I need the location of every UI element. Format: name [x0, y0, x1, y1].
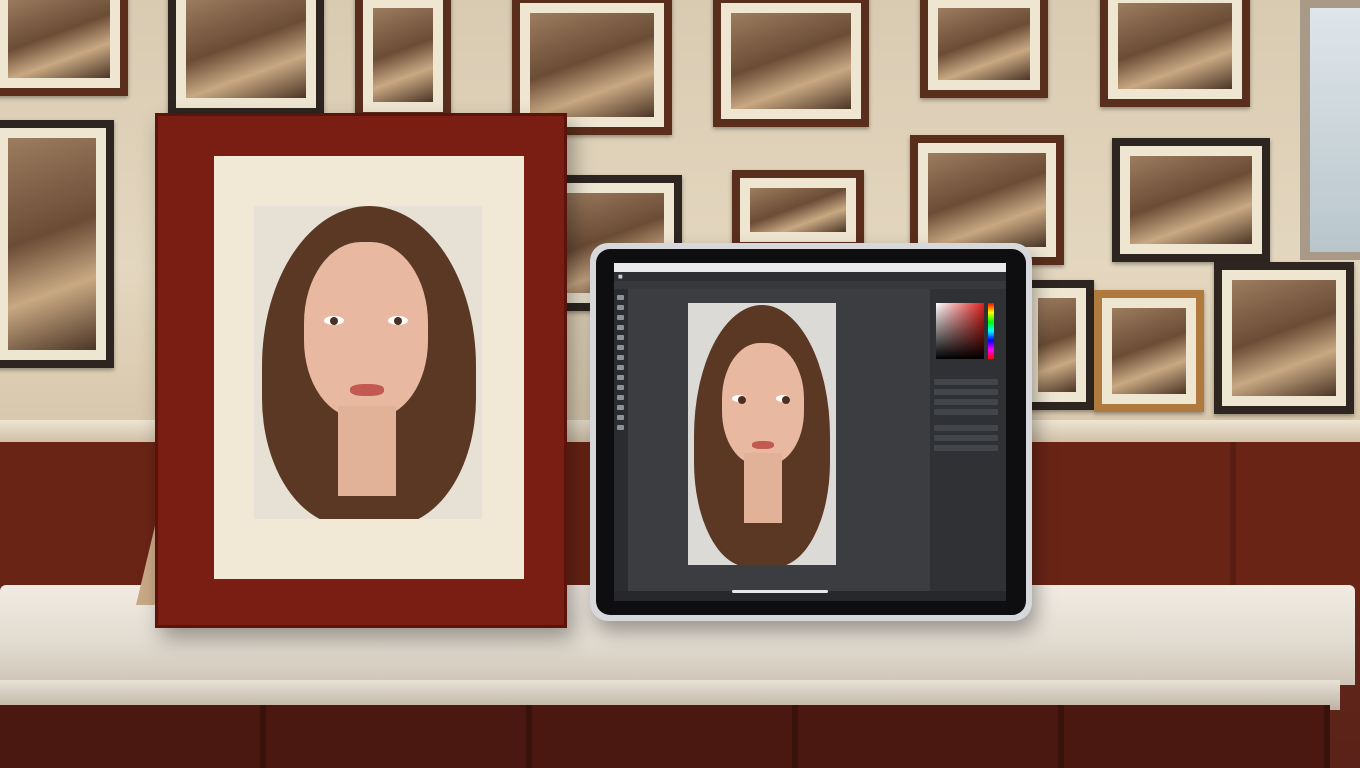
right-panels [930, 289, 1006, 591]
wall-frame [1214, 262, 1354, 414]
tablet-bezel: ■ [596, 249, 1026, 615]
wall-frame [0, 120, 114, 368]
wall-frame [0, 0, 128, 96]
color-picker[interactable] [936, 303, 984, 359]
clone-tool-icon[interactable] [617, 365, 624, 370]
tools-panel [614, 289, 628, 591]
move-tool-icon[interactable] [617, 295, 624, 300]
crop-tool-icon[interactable] [617, 325, 624, 330]
zoom-tool-icon[interactable] [617, 425, 624, 430]
menu-bar: ■ [614, 272, 1006, 281]
eraser-tool-icon[interactable] [617, 375, 624, 380]
type-tool-icon[interactable] [617, 415, 624, 420]
wall-frame [355, 0, 451, 120]
framed-portrait [254, 206, 482, 519]
marquee-tool-icon[interactable] [617, 305, 624, 310]
layer-row[interactable] [934, 399, 998, 405]
wall-frame [168, 0, 324, 116]
tablet-device: ■ [590, 243, 1032, 621]
frame-mat [214, 156, 524, 579]
healing-tool-icon[interactable] [617, 345, 624, 350]
wall-frame [1094, 290, 1204, 412]
wall-frame [1112, 138, 1270, 262]
picture-frame [155, 113, 567, 628]
layer-row[interactable] [934, 445, 998, 451]
gradient-tool-icon[interactable] [617, 385, 624, 390]
pen-tool-icon[interactable] [617, 405, 624, 410]
layer-row[interactable] [934, 425, 998, 431]
wood-cabinet [0, 705, 1330, 768]
lasso-tool-icon[interactable] [617, 315, 624, 320]
dodge-tool-icon[interactable] [617, 395, 624, 400]
hue-slider[interactable] [988, 303, 994, 359]
wall-frame [732, 170, 864, 250]
wall-frame [920, 0, 1048, 98]
layer-row[interactable] [934, 389, 998, 395]
brush-tool-icon[interactable] [617, 355, 624, 360]
layer-row[interactable] [934, 409, 998, 415]
options-bar [614, 281, 1006, 289]
wall-frame [713, 0, 869, 127]
wall-frame [1100, 0, 1250, 107]
layer-row[interactable] [934, 435, 998, 441]
app-icon[interactable]: ■ [618, 274, 623, 280]
layer-row[interactable] [934, 379, 998, 385]
home-indicator[interactable] [732, 590, 828, 593]
image-canvas[interactable] [688, 303, 836, 565]
title-bar [614, 263, 1006, 272]
eyedropper-tool-icon[interactable] [617, 335, 624, 340]
window [1300, 0, 1360, 260]
photo-editor-screen: ■ [614, 263, 1006, 601]
